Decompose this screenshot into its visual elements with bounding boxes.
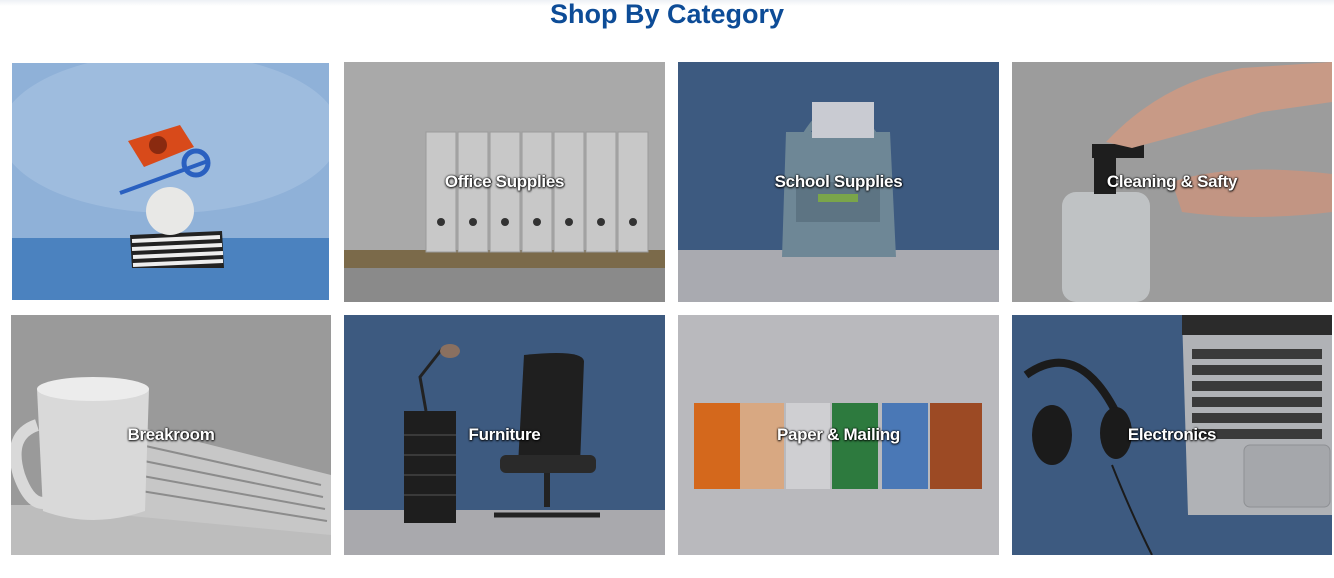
category-tile-featured[interactable] <box>12 63 329 300</box>
category-tile-electronics[interactable]: Electronics <box>1012 315 1332 555</box>
category-tile-school-supplies[interactable]: School Supplies <box>678 62 999 302</box>
category-tile-furniture[interactable]: Furniture <box>344 315 665 555</box>
category-label: Furniture <box>468 425 541 444</box>
category-label: Cleaning & Safty <box>1106 172 1238 191</box>
category-label <box>12 63 329 300</box>
category-label: Breakroom <box>127 425 215 444</box>
category-label: Electronics <box>1127 425 1217 444</box>
category-label: Paper & Mailing <box>776 425 901 444</box>
category-tile-office-supplies[interactable]: Office Supplies <box>344 62 665 302</box>
category-label: Office Supplies <box>444 172 565 191</box>
category-tile-breakroom[interactable]: Breakroom <box>11 315 331 555</box>
category-tile-paper-mailing[interactable]: Paper & Mailing <box>678 315 999 555</box>
category-label: School Supplies <box>774 172 903 191</box>
category-tile-cleaning-safety[interactable]: Cleaning & Safty <box>1012 62 1332 302</box>
section-title: Shop By Category <box>549 0 785 29</box>
